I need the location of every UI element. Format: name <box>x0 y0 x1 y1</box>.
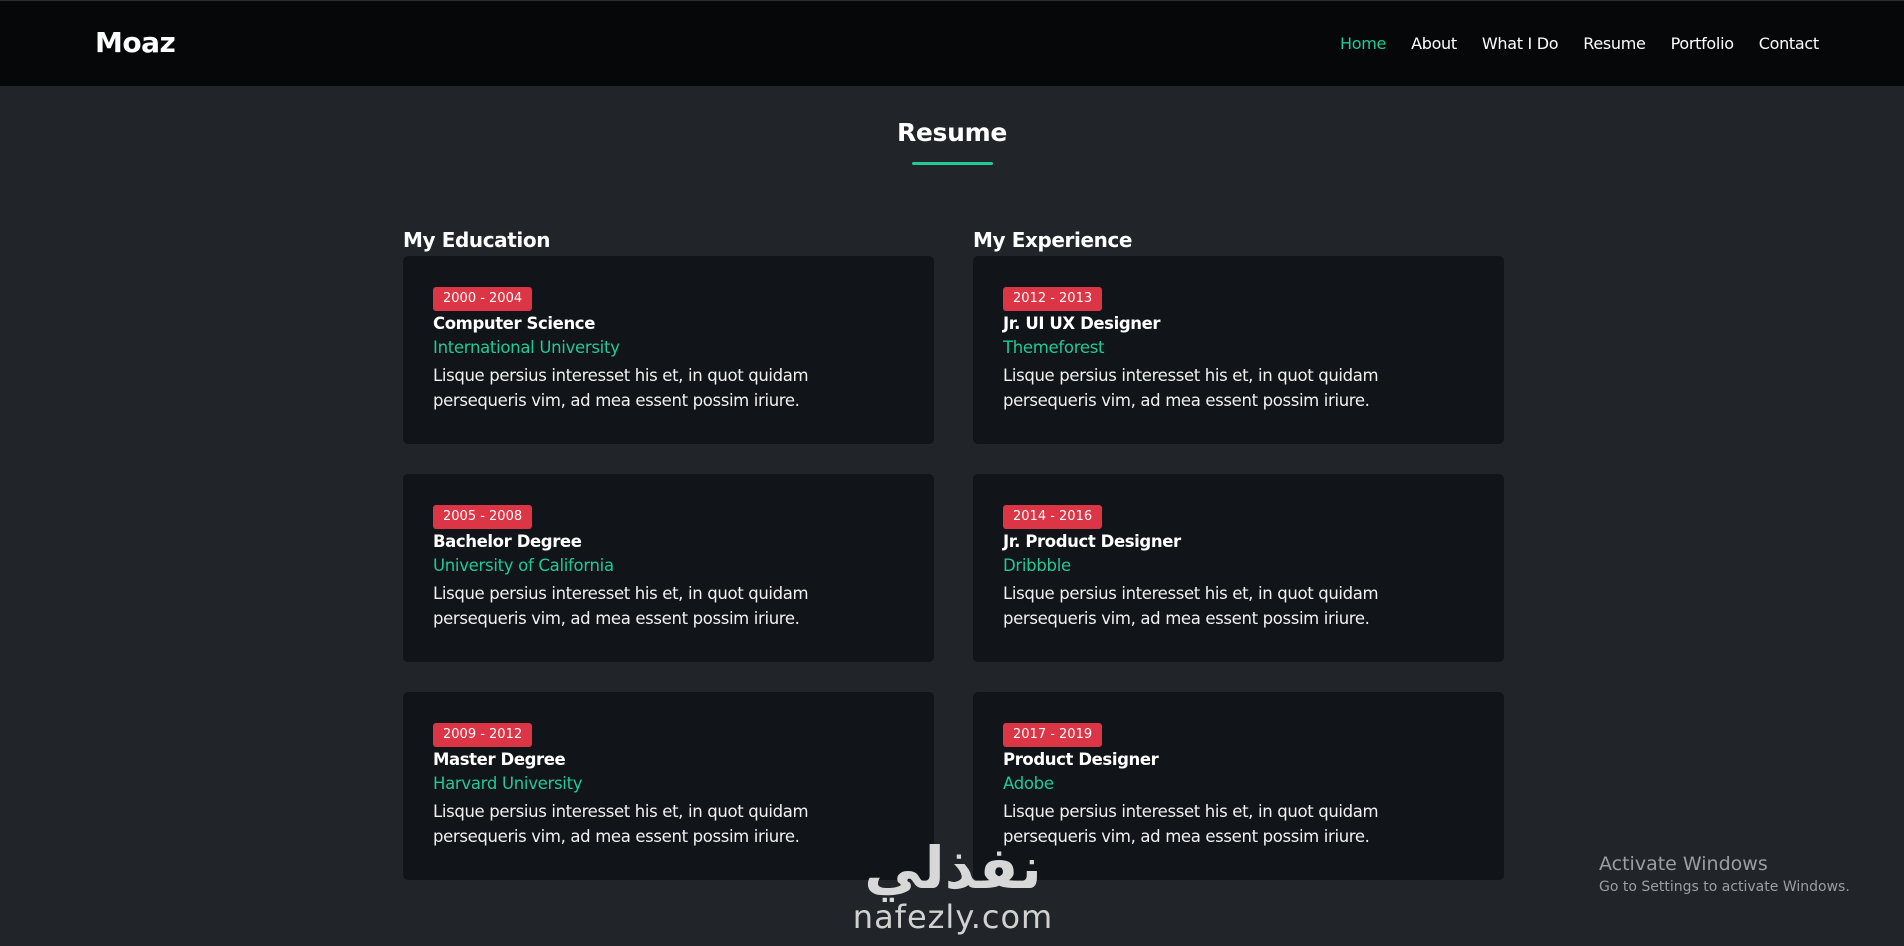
card-description: Lisque persius interesset his et, in quo… <box>433 802 809 846</box>
card-description: Lisque persius interesset his et, in quo… <box>1003 366 1379 410</box>
nav-links: Home About What I Do Resume Portfolio Co… <box>1340 34 1844 53</box>
activate-windows-notice: Activate Windows Go to Settings to activ… <box>1599 853 1850 895</box>
card-organization: Dribbble <box>1003 556 1071 575</box>
card-title: Bachelor Degree <box>433 532 582 551</box>
nav-link-portfolio[interactable]: Portfolio <box>1671 34 1734 53</box>
nafezly-watermark: نفذلي nafezly.com <box>842 838 1064 934</box>
card-title: Jr. UI UX Designer <box>1003 314 1161 333</box>
education-heading: My Education <box>403 228 551 252</box>
years-badge: 2005 - 2008 <box>433 505 533 529</box>
card-description: Lisque persius interesset his et, in quo… <box>1003 584 1379 628</box>
activate-windows-title: Activate Windows <box>1599 853 1768 875</box>
section-title: Resume <box>896 118 1008 147</box>
nav-link-about[interactable]: About <box>1411 34 1457 53</box>
experience-heading: My Experience <box>973 228 1133 252</box>
card-organization: Themeforest <box>1003 338 1105 357</box>
card-title: Jr. Product Designer <box>1003 532 1181 551</box>
nav-link-home[interactable]: Home <box>1340 34 1386 53</box>
card-description: Lisque persius interesset his et, in quo… <box>433 366 809 410</box>
title-underline <box>912 162 993 165</box>
card-description: Lisque persius interesset his et, in quo… <box>1003 802 1379 846</box>
card-title: Product Designer <box>1003 750 1159 769</box>
card-organization: International University <box>433 338 620 357</box>
card-organization: Adobe <box>1003 774 1054 793</box>
years-badge: 2012 - 2013 <box>1003 287 1103 311</box>
nav-link-contact[interactable]: Contact <box>1759 34 1819 53</box>
card-title: Master Degree <box>433 750 566 769</box>
card-title: Computer Science <box>433 314 595 333</box>
nav-link-what-i-do[interactable]: What I Do <box>1482 34 1559 53</box>
navbar: Moaz Home About What I Do Resume Portfol… <box>0 0 1904 86</box>
years-badge: 2014 - 2016 <box>1003 505 1103 529</box>
years-badge: 2009 - 2012 <box>433 723 533 747</box>
card-organization: University of California <box>433 556 614 575</box>
education-card: 2000 - 2004 Computer Science Internation… <box>403 256 934 444</box>
watermark-domain-text: nafezly.com <box>852 898 1054 936</box>
card-organization: Harvard University <box>433 774 583 793</box>
brand-logo[interactable]: Moaz <box>95 26 176 59</box>
years-badge: 2000 - 2004 <box>433 287 533 311</box>
card-description: Lisque persius interesset his et, in quo… <box>433 584 809 628</box>
education-card: 2005 - 2008 Bachelor Degree University o… <box>403 474 934 662</box>
experience-card: 2014 - 2016 Jr. Product Designer Dribbbl… <box>973 474 1504 662</box>
watermark-arabic-text: نفذلي <box>864 834 1042 902</box>
activate-windows-subtitle: Go to Settings to activate Windows. <box>1599 879 1850 895</box>
years-badge: 2017 - 2019 <box>1003 723 1103 747</box>
experience-card: 2012 - 2013 Jr. UI UX Designer Themefore… <box>973 256 1504 444</box>
nav-link-resume[interactable]: Resume <box>1583 34 1646 53</box>
